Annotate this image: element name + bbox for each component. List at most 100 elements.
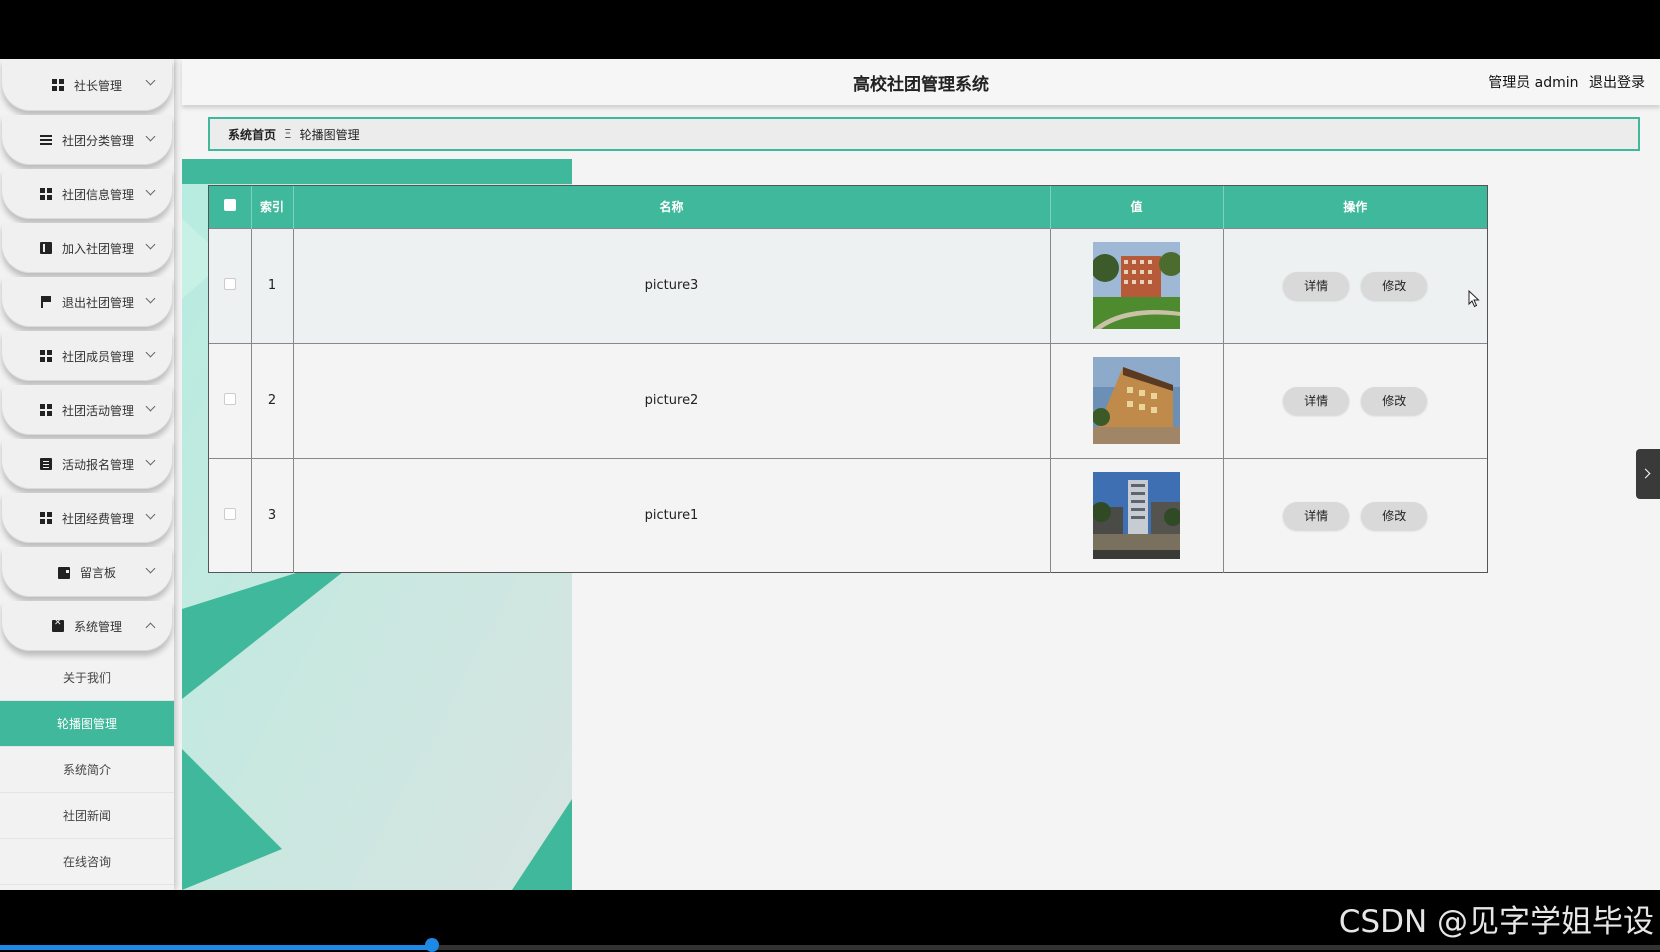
- sidebar-item-label: 退出社团管理: [61, 295, 134, 310]
- video-progress-fill: [0, 945, 432, 950]
- submenu-item-carousel-management[interactable]: 轮播图管理: [0, 701, 174, 747]
- breadcrumb: 系统首页 Ξ 轮播图管理: [208, 117, 1640, 151]
- sidebar-item-label: 系统管理: [73, 619, 122, 634]
- campus-lawn-building-image: [1093, 242, 1180, 329]
- sidebar-item-message-board[interactable]: 留言板: [2, 547, 172, 597]
- select-all-checkbox[interactable]: [223, 199, 236, 212]
- column-header-value: 值: [1050, 186, 1224, 228]
- table-row: 1 picture3 详情 修改: [209, 228, 1487, 343]
- edit-button[interactable]: 修改: [1361, 501, 1428, 530]
- video-top-letterbox: [0, 0, 1660, 59]
- sidebar-item-system-management[interactable]: 系统管理: [2, 601, 172, 651]
- sidebar-item-quit-club[interactable]: 退出社团管理: [2, 277, 172, 327]
- row-checkbox[interactable]: [223, 507, 236, 520]
- logout-link[interactable]: 退出登录: [1589, 75, 1645, 91]
- row-actions: 详情 修改: [1223, 228, 1487, 343]
- chevron-down-icon: [145, 75, 156, 86]
- chevron-down-icon: [145, 293, 156, 304]
- chevron-down-icon: [145, 347, 156, 358]
- sidebar-item-label: 留言板: [79, 565, 116, 580]
- sidebar-item-label: 社团经费管理: [61, 511, 134, 526]
- breadcrumb-current: 轮播图管理: [299, 127, 360, 142]
- submenu-item-club-news[interactable]: 社团新闻: [0, 793, 174, 839]
- app-window: 社长管理 社团分类管理 社团信息管理 加入社团管理 退出社团管理 社团成员管理: [0, 59, 1660, 890]
- chevron-down-icon: [145, 455, 156, 466]
- right-panel-toggle[interactable]: [1636, 449, 1660, 499]
- table-header-row: 索引 名称 值 操作: [209, 186, 1487, 228]
- campus-building-sunset-image: [1093, 357, 1180, 444]
- document-icon: [51, 618, 64, 632]
- table-row: 3 picture1 详情 修改: [209, 458, 1487, 573]
- sidebar-item-club-info[interactable]: 社团信息管理: [2, 169, 172, 219]
- sidebar-item-club-category[interactable]: 社团分类管理: [2, 115, 172, 165]
- sidebar-item-label: 社长管理: [73, 78, 122, 93]
- edit-button[interactable]: 修改: [1361, 386, 1428, 415]
- sidebar-item-club-funds[interactable]: 社团经费管理: [2, 493, 172, 543]
- row-checkbox[interactable]: [223, 392, 236, 405]
- breadcrumb-separator: Ξ: [284, 127, 292, 141]
- sidebar: 社长管理 社团分类管理 社团信息管理 加入社团管理 退出社团管理 社团成员管理: [0, 59, 174, 890]
- table-row: 2 picture2 详情 修改: [209, 343, 1487, 458]
- user-area: 管理员 admin 退出登录: [1482, 72, 1645, 92]
- chevron-down-icon: [145, 131, 156, 142]
- list-icon: [39, 134, 52, 146]
- chevron-down-icon: [145, 185, 156, 196]
- sidebar-item-label: 加入社团管理: [61, 241, 134, 256]
- grid-icon: [39, 188, 52, 200]
- sidebar-item-label: 社团成员管理: [61, 349, 134, 364]
- row-index: 3: [251, 458, 294, 573]
- wallet-icon: [57, 567, 70, 579]
- row-actions: 详情 修改: [1223, 343, 1487, 458]
- grid-icon: [51, 79, 64, 91]
- row-select-cell: [209, 228, 252, 343]
- grid-icon: [39, 350, 52, 362]
- grid-icon: [39, 512, 52, 524]
- chevron-up-icon: [145, 622, 156, 633]
- header: 高校社团管理系统 管理员 admin 退出登录: [182, 59, 1660, 105]
- column-header-actions: 操作: [1343, 200, 1368, 215]
- sidebar-item-activity-signup[interactable]: 活动报名管理: [2, 439, 172, 489]
- campus-tower-courtyard-image: [1093, 472, 1180, 560]
- row-value-cell: [1050, 458, 1224, 573]
- page-title: 高校社团管理系统: [853, 75, 989, 95]
- sidebar-item-label: 社团活动管理: [61, 403, 134, 418]
- row-name: picture1: [293, 458, 1051, 573]
- watermark: CSDN @见字学姐毕设: [1338, 904, 1654, 940]
- select-all-cell: [209, 186, 252, 228]
- flag-icon: [40, 296, 52, 308]
- sidebar-item-club-activities[interactable]: 社团活动管理: [2, 385, 172, 435]
- row-checkbox[interactable]: [223, 277, 236, 290]
- column-header-index: 索引: [251, 186, 294, 228]
- sidebar-item-president[interactable]: 社长管理: [2, 59, 172, 111]
- detail-button[interactable]: 详情: [1283, 501, 1350, 530]
- grid-icon: [39, 404, 52, 416]
- row-select-cell: [209, 458, 252, 573]
- book-icon: [39, 242, 52, 254]
- breadcrumb-home[interactable]: 系统首页: [228, 126, 276, 143]
- chevron-down-icon: [145, 239, 156, 250]
- sidebar-item-label: 社团分类管理: [61, 133, 134, 148]
- sidebar-item-club-members[interactable]: 社团成员管理: [2, 331, 172, 381]
- row-name: picture2: [293, 343, 1051, 458]
- detail-button[interactable]: 详情: [1283, 386, 1350, 415]
- row-actions: 详情 修改: [1223, 458, 1487, 573]
- row-value-cell: [1050, 228, 1224, 343]
- chevron-down-icon: [145, 509, 156, 520]
- chevron-down-icon: [145, 563, 156, 574]
- edit-button[interactable]: 修改: [1361, 271, 1428, 300]
- row-name: picture3: [293, 228, 1051, 343]
- submenu-item-online-consult[interactable]: 在线咨询: [0, 839, 174, 885]
- submenu-item-about-us[interactable]: 关于我们: [0, 655, 174, 701]
- system-submenu: 关于我们 轮播图管理 系统简介 社团新闻 在线咨询: [0, 655, 174, 885]
- row-index: 2: [251, 343, 294, 458]
- sidebar-item-join-club[interactable]: 加入社团管理: [2, 223, 172, 273]
- clipboard-icon: [39, 458, 52, 470]
- mouse-cursor-icon: [1468, 290, 1480, 308]
- user-label: 管理员 admin: [1488, 75, 1579, 91]
- row-index: 1: [251, 228, 294, 343]
- detail-button[interactable]: 详情: [1283, 271, 1350, 300]
- submenu-item-system-intro[interactable]: 系统简介: [0, 747, 174, 793]
- sidebar-item-label: 活动报名管理: [61, 457, 134, 472]
- carousel-table: 索引 名称 值 操作 1 picture3 详情 修改 2 picture2 详…: [208, 185, 1488, 573]
- chevron-down-icon: [145, 401, 156, 412]
